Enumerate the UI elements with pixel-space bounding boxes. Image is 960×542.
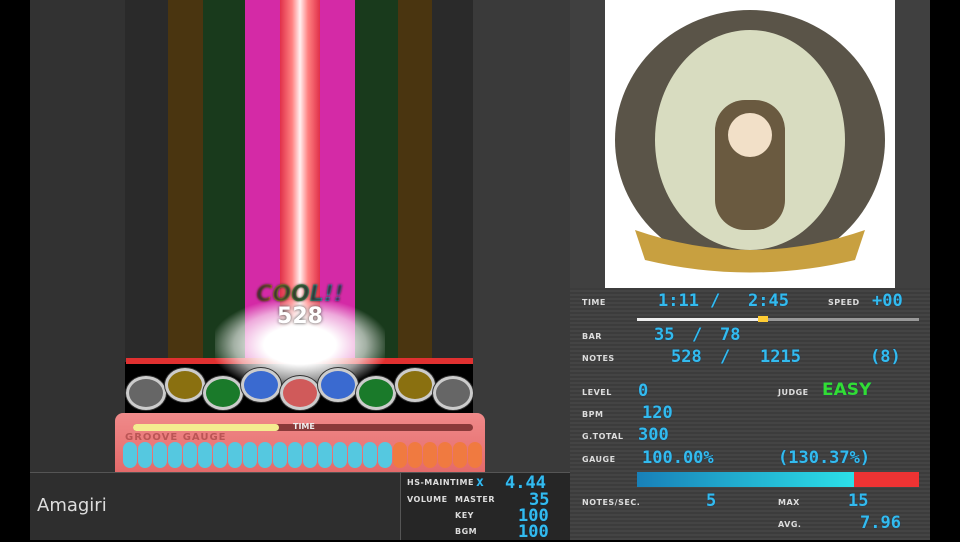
gauge-segment [363, 442, 377, 468]
button-3 [203, 376, 243, 410]
notes-extra: (8) [870, 347, 901, 367]
lane-8 [398, 0, 432, 362]
groove-gauge-segments [123, 442, 482, 468]
song-progress-fill [637, 318, 759, 321]
lane-2 [168, 0, 203, 362]
song-progress-marker [758, 316, 769, 322]
level-label: LEVEL [582, 388, 612, 397]
gauge-segment [288, 442, 302, 468]
gauge-segment [303, 442, 317, 468]
gtotal-value: 300 [638, 425, 669, 445]
mid-margin [473, 0, 570, 472]
gauge-segment [318, 442, 332, 468]
song-bar: Amagiri [30, 472, 400, 540]
left-margin [30, 0, 125, 472]
gauge-label: GAUGE [582, 455, 616, 464]
speed-label: SPEED [828, 298, 860, 307]
gauge-segment [123, 442, 137, 468]
time-label: TIME [293, 422, 315, 431]
gauge-value: 100.00% [642, 448, 714, 468]
gauge-segment [468, 442, 482, 468]
bpm-label: BPM [582, 410, 604, 419]
gauge-bar [637, 472, 919, 487]
nps-label: NOTES/SEC. [582, 498, 641, 507]
judge-label: JUDGE [778, 388, 809, 397]
gauge-bar-fill [637, 472, 855, 487]
time-bar-fill [133, 424, 280, 431]
bar-slash: / [692, 325, 703, 345]
gauge-segment [243, 442, 257, 468]
groove-gauge-panel: TIME GROOVE GAUGE [115, 413, 485, 472]
button-4 [241, 368, 281, 402]
bpm-value: 120 [642, 403, 673, 423]
lane-1 [125, 0, 168, 362]
time-slash: / [710, 291, 721, 311]
bar-current: 35 [654, 325, 675, 345]
button-6 [318, 368, 358, 402]
bar-label: BAR [582, 332, 602, 341]
gauge-segment [333, 442, 347, 468]
time-label: TIME [582, 298, 606, 307]
button-9 [433, 376, 473, 410]
judge-value: EASY [822, 380, 872, 400]
nps-value: 5 [706, 491, 717, 511]
gauge-segment [273, 442, 287, 468]
gauge-segment [153, 442, 167, 468]
speed-value: +00 [872, 291, 903, 311]
avg-value: 7.96 [860, 513, 901, 533]
stats-panel: TIME 1:11 / 2:45 SPEED +00 BAR 35 / 78 N… [570, 288, 930, 540]
gauge-segment [348, 442, 362, 468]
max-label: MAX [778, 498, 800, 507]
button-5 [280, 376, 320, 410]
gauge-segment [168, 442, 182, 468]
max-value: 15 [848, 491, 869, 511]
level-value: 0 [638, 381, 649, 401]
gauge-segment [438, 442, 452, 468]
gauge-segment [183, 442, 197, 468]
gauge-segment [408, 442, 422, 468]
bgm-volume: 100 [518, 522, 549, 542]
time-total: 2:45 [748, 291, 789, 311]
gauge-segment [393, 442, 407, 468]
avg-label: AVG. [778, 520, 802, 529]
notes-current: 528 [671, 347, 702, 367]
right-margin [930, 0, 960, 540]
hs-x: x [476, 475, 484, 490]
gauge-segment [138, 442, 152, 468]
bgm-label: BGM [455, 527, 478, 536]
lane-9 [432, 0, 473, 362]
jacket-art [605, 0, 895, 288]
key-label: KEY [455, 511, 474, 520]
gauge-segment [453, 442, 467, 468]
gauge-segment [258, 442, 272, 468]
song-progress [637, 316, 919, 322]
settings-panel: HS-MAINTIME x 4.44 VOLUME MASTER 35 KEY … [400, 472, 570, 542]
notes-slash: / [720, 347, 731, 367]
master-label: MASTER [455, 495, 495, 504]
button-1 [126, 376, 166, 410]
song-title: Amagiri [37, 495, 107, 516]
gauge-extra: (130.37%) [778, 448, 871, 468]
gauge-segment [423, 442, 437, 468]
button-7 [356, 376, 396, 410]
button-2 [165, 368, 205, 402]
volume-label: VOLUME [407, 495, 448, 504]
gauge-segment [213, 442, 227, 468]
time-current: 1:11 [658, 291, 699, 311]
gauge-segment [378, 442, 392, 468]
gauge-segment [198, 442, 212, 468]
notes-total: 1215 [760, 347, 801, 367]
gauge-segment [228, 442, 242, 468]
gtotal-label: G.TOTAL [582, 432, 624, 441]
button-8 [395, 368, 435, 402]
hs-label: HS-MAINTIME [407, 478, 474, 487]
character-illustration [615, 10, 885, 273]
combo-count: 528 [277, 304, 323, 329]
notes-label: NOTES [582, 354, 615, 363]
bar-total: 78 [720, 325, 741, 345]
